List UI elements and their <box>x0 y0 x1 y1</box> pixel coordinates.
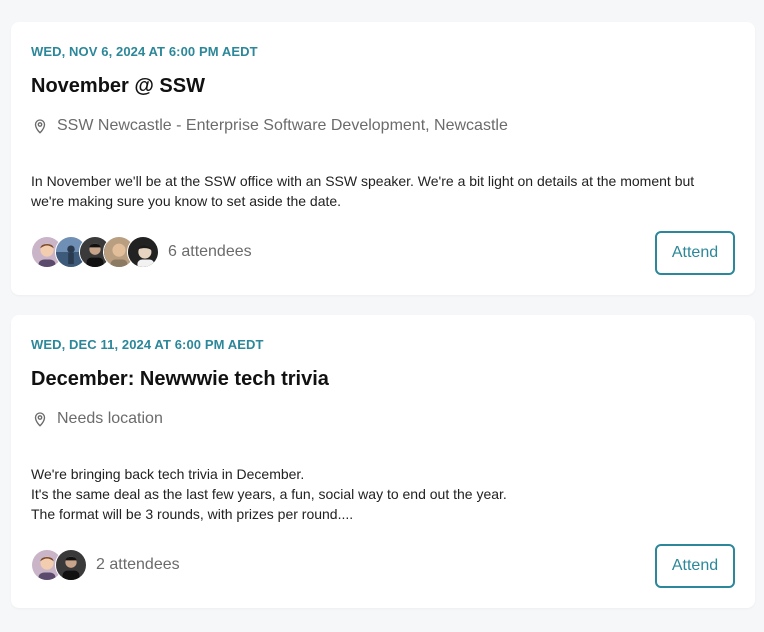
location-pin-icon <box>34 412 46 427</box>
avatar <box>55 549 87 581</box>
event-date: WED, NOV 6, 2024 AT 6:00 PM AEDT <box>31 44 258 59</box>
attend-button[interactable]: Attend <box>655 544 735 588</box>
event-title[interactable]: November @ SSW <box>31 75 205 98</box>
event-card[interactable]: WED, DEC 11, 2024 AT 6:00 PM AEDT Decemb… <box>11 315 755 608</box>
event-title[interactable]: December: Newwwie tech trivia <box>31 368 329 391</box>
avatar <box>127 236 159 268</box>
avatar-stack <box>31 236 159 268</box>
event-date: WED, DEC 11, 2024 AT 6:00 PM AEDT <box>31 337 264 352</box>
attendee-count[interactable]: 2 attendees <box>96 556 180 574</box>
event-location: SSW Newcastle - Enterprise Software Deve… <box>31 117 508 135</box>
location-pin-icon <box>34 119 46 134</box>
event-card[interactable]: WED, NOV 6, 2024 AT 6:00 PM AEDT Novembe… <box>11 22 755 295</box>
event-location: Needs location <box>31 410 163 428</box>
attendees-group[interactable]: 6 attendees <box>31 236 252 268</box>
description-line: It's the same deal as the last few years… <box>31 486 507 502</box>
event-description: In November we'll be at the SSW office w… <box>31 171 731 211</box>
avatar-stack <box>31 549 87 581</box>
description-line: We're bringing back tech trivia in Decem… <box>31 466 305 482</box>
description-line: In November we'll be at the SSW office w… <box>31 173 695 209</box>
event-description: We're bringing back tech trivia in Decem… <box>31 464 731 524</box>
description-line: The format will be 3 rounds, with prizes… <box>31 506 354 522</box>
event-location-text: SSW Newcastle - Enterprise Software Deve… <box>57 117 508 134</box>
attend-button[interactable]: Attend <box>655 231 735 275</box>
event-location-text: Needs location <box>57 410 163 427</box>
attendees-group[interactable]: 2 attendees <box>31 549 180 581</box>
attendee-count[interactable]: 6 attendees <box>168 243 252 261</box>
